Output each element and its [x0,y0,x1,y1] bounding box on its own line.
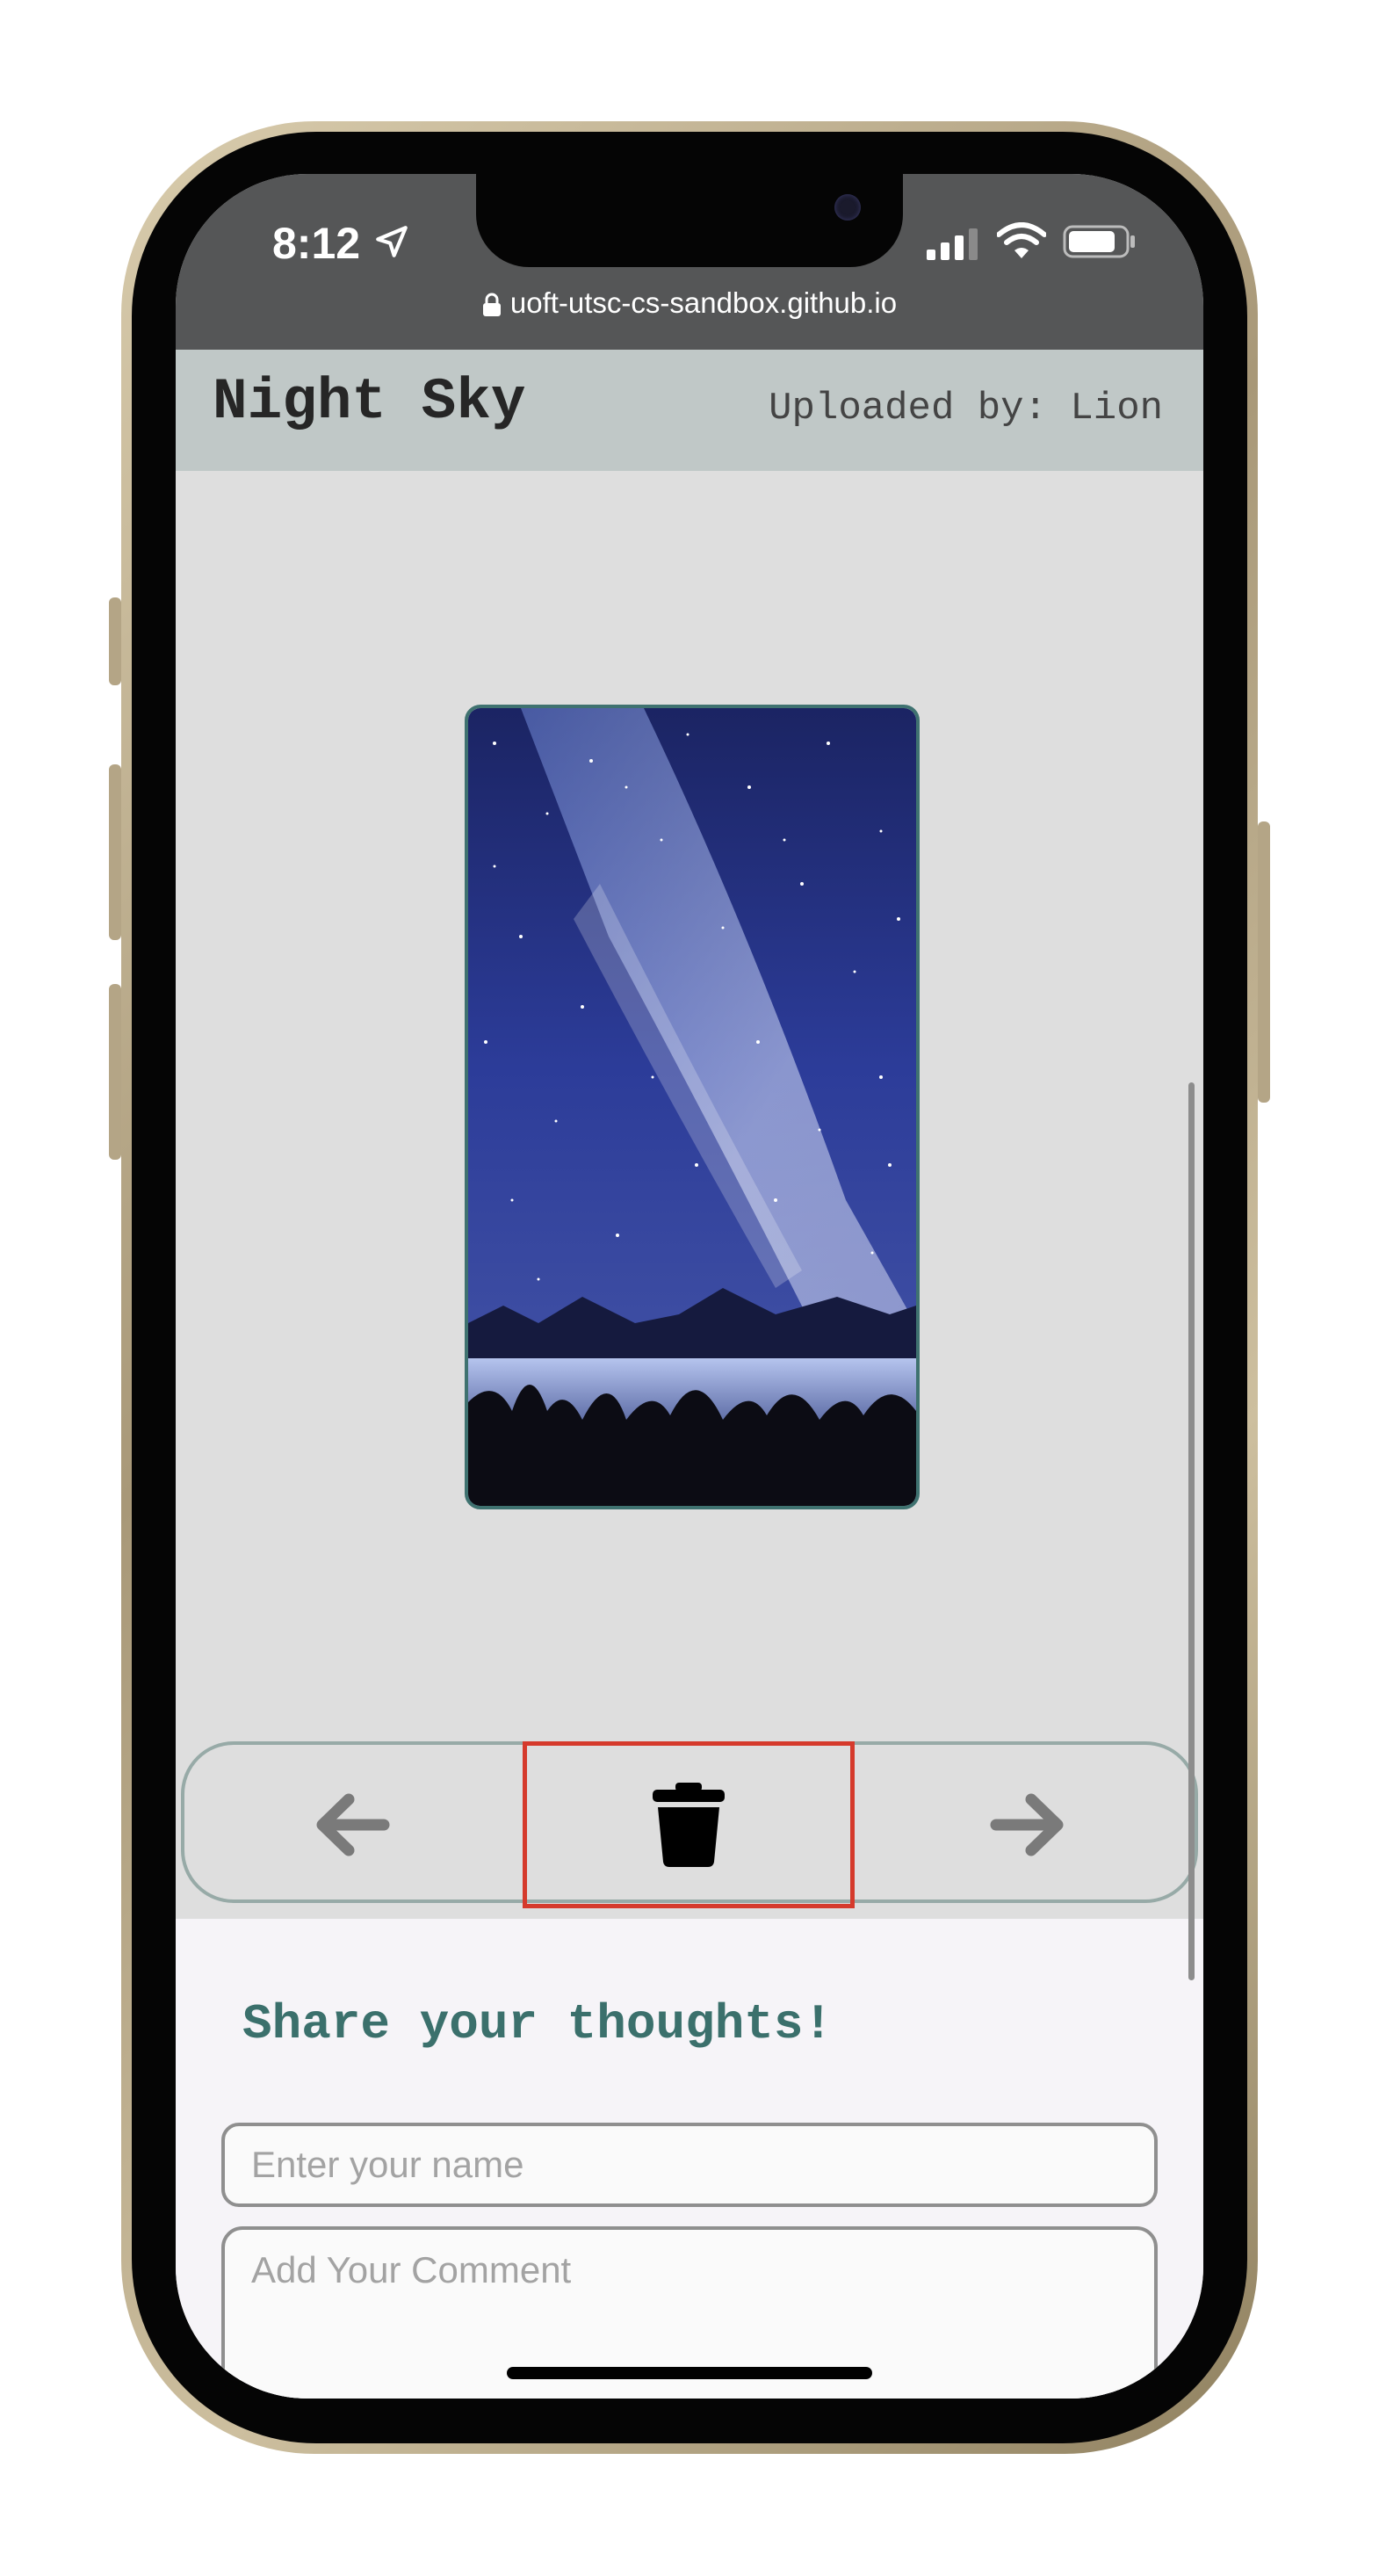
gallery-photo [465,705,920,1509]
photo-navigation [181,1741,1198,1908]
page-title: Night Sky [213,369,526,435]
address-bar[interactable]: uoft-utsc-cs-sandbox.github.io [176,286,1203,320]
trash-icon [653,1783,725,1867]
comments-heading: Share your thoughts! [242,1996,834,2052]
lock-icon [482,293,501,317]
cellular-signal-icon [927,228,978,260]
comments-section: Share your thoughts! [176,1919,1203,2399]
action-button [109,597,121,685]
night-sky-image [468,708,916,1506]
volume-up-button [109,764,121,940]
uploader-label: Uploaded by: Lion [769,387,1163,431]
arrow-right-icon [990,1793,1064,1856]
home-indicator[interactable] [507,2367,872,2379]
notch [476,174,903,267]
delete-button[interactable] [523,1741,855,1908]
previous-button[interactable] [181,1741,522,1908]
page-header: Night Sky Uploaded by: Lion [176,350,1203,471]
power-button [1258,821,1270,1103]
name-input[interactable] [221,2123,1158,2207]
status-time: 8:12 [272,219,361,268]
status-bar: 8:12 uoft-utsc-cs-sandbox.github.io [176,174,1203,350]
arrow-left-icon [316,1793,390,1856]
page-scrollbar[interactable] [1188,1082,1195,1980]
battery-icon [1063,225,1135,258]
wifi-icon [997,222,1046,258]
location-arrow-icon [376,226,408,257]
volume-down-button [109,984,121,1160]
phone-screen: 8:12 uoft-utsc-cs-sandbox.github.io Nigh… [176,174,1203,2399]
next-button[interactable] [856,1741,1202,1908]
front-camera [834,194,861,221]
address-url: uoft-utsc-cs-sandbox.github.io [509,286,898,319]
